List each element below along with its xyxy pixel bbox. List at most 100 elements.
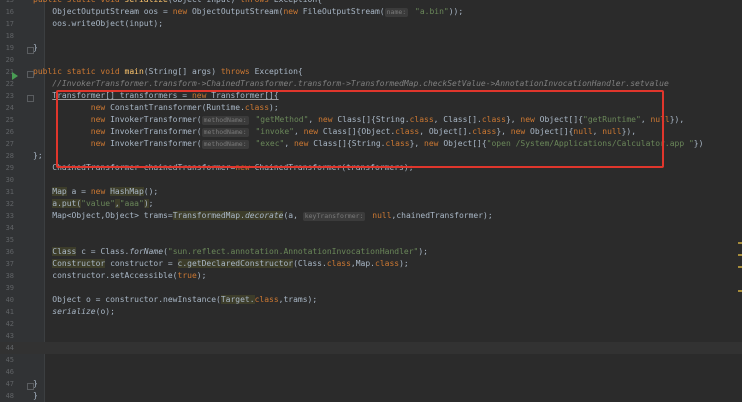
fold-marker-icon[interactable] — [27, 71, 34, 78]
fold-marker-icon[interactable] — [27, 383, 34, 390]
code-text[interactable]: serialize(o); — [33, 306, 115, 318]
code-text[interactable]: Constructor constructor = c.getDeclaredC… — [33, 258, 409, 270]
code-line[interactable]: 44 — [0, 342, 742, 354]
code-line[interactable]: 43 — [0, 330, 742, 342]
code-token: class — [254, 295, 279, 304]
code-line[interactable]: 46 — [0, 366, 742, 378]
code-text[interactable]: constructor.setAccessible(true); — [33, 270, 206, 282]
code-line[interactable]: 36 Class c = Class.forName("sun.reflect.… — [0, 246, 742, 258]
code-line[interactable]: 37 Constructor constructor = c.getDeclar… — [0, 258, 742, 270]
code-token: null — [367, 211, 392, 220]
code-line[interactable]: 42 — [0, 318, 742, 330]
line-number: 47 — [5, 380, 14, 388]
line-number: 25 — [5, 116, 14, 124]
code-token: Target. — [220, 295, 255, 304]
code-text[interactable]: Map a = new HashMap(); — [33, 186, 158, 198]
parameter-hint: name: — [384, 8, 409, 17]
code-text[interactable]: Class c = Class.forName("sun.reflect.ann… — [33, 246, 428, 258]
code-token: throws — [240, 0, 274, 4]
scrollbar-marker[interactable] — [738, 266, 742, 268]
code-token: "sun.reflect.annotation.AnnotationInvoca… — [167, 247, 419, 256]
code-line[interactable]: 40 Object o = constructor.newInstance(Ta… — [0, 294, 742, 306]
code-text[interactable]: //InvokerTransformer.transform->ChainedT… — [33, 78, 669, 90]
run-main-icon[interactable] — [12, 72, 18, 80]
code-text[interactable]: ObjectOutputStream oos = new ObjectOutpu… — [33, 6, 463, 18]
scrollbar-marker[interactable] — [738, 242, 742, 244]
line-number: 23 — [5, 92, 14, 100]
code-token: serialize — [52, 307, 96, 316]
code-text[interactable]: }; — [33, 150, 43, 162]
code-token: }) — [693, 139, 704, 148]
code-token: ObjectOutputStream oos = — [33, 7, 173, 16]
code-token: "a.bin" — [410, 7, 449, 16]
code-line[interactable]: 38 constructor.setAccessible(true); — [0, 270, 742, 282]
code-line[interactable]: 39 — [0, 282, 742, 294]
code-line[interactable]: 32 a.put("value","aaa"); — [0, 198, 742, 210]
code-token: Map — [52, 187, 67, 196]
code-line[interactable]: 19} — [0, 42, 742, 54]
code-line[interactable]: 21 public static void main(String[] args)… — [0, 66, 742, 78]
highlight-annotation-box — [56, 90, 664, 168]
scrollbar-marker[interactable] — [738, 290, 742, 292]
code-token: oos.writeObject(input); — [33, 19, 164, 28]
code-token: c.getDeclaredConstructor — [177, 259, 294, 268]
code-line[interactable]: 30 — [0, 174, 742, 186]
code-token: decorate — [244, 211, 284, 220]
code-line[interactable]: 16 ObjectOutputStream oos = new ObjectOu… — [0, 6, 742, 18]
code-text[interactable]: a.put("value","aaa"); — [33, 198, 153, 210]
line-number: 29 — [5, 164, 14, 172]
line-number: 34 — [5, 224, 14, 232]
code-line[interactable]: 18 — [0, 30, 742, 42]
code-text[interactable]: oos.writeObject(input); — [33, 18, 163, 30]
code-line[interactable]: 45 — [0, 354, 742, 366]
code-token: serialize — [125, 0, 168, 4]
code-token: }), — [669, 115, 685, 124]
line-number: 35 — [5, 236, 14, 244]
code-line[interactable]: 41 serialize(o); — [0, 306, 742, 318]
code-line[interactable]: 22 //InvokerTransformer.transform->Chain… — [0, 78, 742, 90]
code-text[interactable]: Object o = constructor.newInstance(Targe… — [33, 294, 317, 306]
code-token: a.put( — [52, 199, 82, 208]
code-line[interactable]: 48} — [0, 390, 742, 402]
parameter-hint: keyTransformer: — [302, 212, 366, 221]
code-text[interactable]: } — [33, 390, 38, 402]
line-number: 40 — [5, 296, 14, 304]
line-number: 32 — [5, 200, 14, 208]
code-line[interactable]: 20 — [0, 54, 742, 66]
code-token: TransformedMap. — [172, 211, 245, 220]
code-token: //InvokerTransformer.transform->ChainedT… — [33, 79, 669, 88]
fold-marker-icon[interactable] — [27, 95, 34, 102]
code-token: (); — [143, 187, 159, 196]
code-line[interactable]: 35 — [0, 234, 742, 246]
code-token: FileOutputStream( — [302, 7, 385, 16]
code-token: Class — [52, 247, 77, 256]
code-token: ,trams); — [278, 295, 318, 304]
code-line[interactable]: 34 — [0, 222, 742, 234]
code-token: ); — [399, 259, 409, 268]
code-token: (a, — [283, 211, 303, 220]
code-line[interactable]: 33 Map<Object,Object> trams=TransformedM… — [0, 210, 742, 222]
code-token: )); — [448, 7, 464, 16]
code-token: new — [90, 187, 111, 196]
code-line[interactable]: 31 Map a = new HashMap(); — [0, 186, 742, 198]
code-line[interactable]: 17 oos.writeObject(input); — [0, 18, 742, 30]
scrollbar-marker[interactable] — [738, 254, 742, 256]
code-editor[interactable]: 15public static void serialize(Object in… — [0, 0, 742, 402]
code-token: HashMap — [110, 187, 144, 196]
code-text[interactable]: Map<Object,Object> trams=TransformedMap.… — [33, 210, 493, 222]
line-number: 45 — [5, 356, 14, 364]
line-number: 43 — [5, 332, 14, 340]
code-token: new — [172, 7, 192, 16]
line-number: 33 — [5, 212, 14, 220]
code-token: Constructor — [52, 259, 106, 268]
code-text[interactable]: public static void main(String[] args) t… — [33, 66, 303, 78]
line-number: 44 — [5, 344, 14, 352]
line-number: 27 — [5, 140, 14, 148]
code-line[interactable]: 47} — [0, 378, 742, 390]
line-number: 37 — [5, 260, 14, 268]
code-token: constructor.setAccessible( — [33, 271, 178, 280]
fold-marker-icon[interactable] — [27, 47, 34, 54]
line-number: 20 — [5, 56, 14, 64]
